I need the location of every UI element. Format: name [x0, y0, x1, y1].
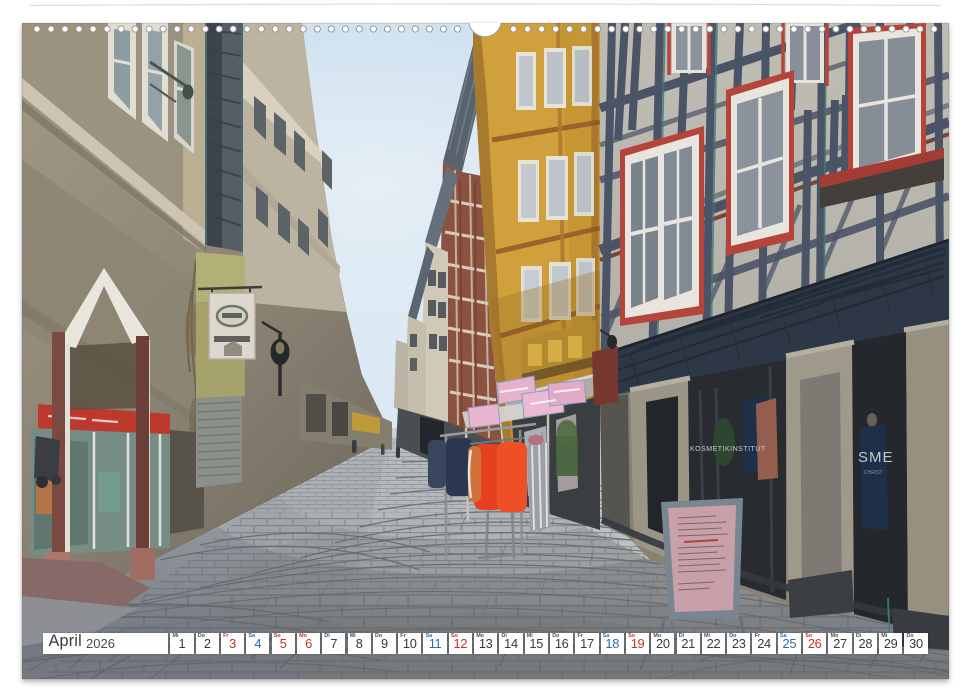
svg-text:SME: SME	[858, 449, 894, 466]
svg-text:CHRIST: CHRIST	[864, 470, 883, 476]
svg-text:KOSMETIKINSTITUT: KOSMETIKINSTITUT	[690, 446, 766, 453]
